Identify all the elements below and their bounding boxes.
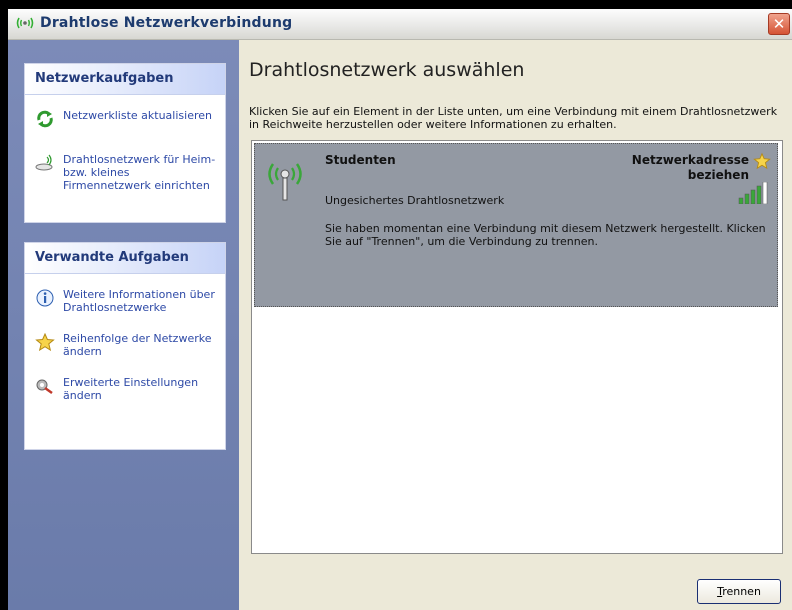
settings-icon [36,379,53,395]
disconnect-label-rest: rennen [722,585,761,598]
close-button[interactable]: ✕ [768,13,790,35]
setup-wireless-network-link[interactable]: Drahtlosnetzwerk für Heim- bzw. kleines … [25,147,225,198]
network-status: Netzwerkadresse beziehen [632,153,749,183]
refresh-icon [37,110,53,128]
change-network-order-label: Reihenfolge der Netzwerke ändern [63,332,212,358]
window-title: Drahtlose Netzwerkverbindung [40,15,293,31]
info-icon [36,289,54,307]
change-network-order-link[interactable]: Reihenfolge der Netzwerke ändern [25,326,225,364]
signal-bar [738,197,744,204]
network-name: Studenten [325,153,396,167]
signal-strength-icon [738,182,768,204]
wireless-antenna-icon [268,163,302,201]
star-icon [35,333,55,351]
signal-bar [744,193,750,204]
connection-message: Sie haben momentan eine Verbindung mit d… [325,222,766,248]
title-bar[interactable]: Drahtlose Netzwerkverbindung ✕ [8,9,792,40]
network-list[interactable]: Studenten Netzwerkadresse beziehen Unges… [251,140,783,554]
network-tasks-panel: Netzwerkaufgaben Netzwerkliste aktualisi… [24,63,226,223]
refresh-network-list-link[interactable]: Netzwerkliste aktualisieren [25,103,225,135]
main-pane: Drahtlosnetzwerk auswählen Klicken Sie a… [239,40,792,610]
security-status: Ungesichertes Drahtlosnetzwerk [325,194,505,207]
disconnect-button[interactable]: Trennen [697,579,781,604]
signal-bar [756,185,762,204]
signal-bar [762,182,768,204]
related-tasks-heading: Verwandte Aufgaben [25,243,225,274]
advanced-settings-label: Erweiterte Einstellungen ändern [63,376,199,402]
sidebar: Netzwerkaufgaben Netzwerkliste aktualisi… [8,40,239,610]
network-status-line2: beziehen [687,168,749,182]
dialog-window: Drahtlose Netzwerkverbindung ✕ Netzwerka… [8,9,792,610]
preferred-network-star-icon [753,152,771,170]
advanced-settings-link[interactable]: Erweiterte Einstellungen ändern [25,370,225,408]
more-info-link[interactable]: Weitere Informationen über Drahtlosnetzw… [25,282,225,320]
setup-wireless-network-label: Drahtlosnetzwerk für Heim- bzw. kleines … [63,153,216,192]
more-info-label: Weitere Informationen über Drahtlosnetzw… [63,288,215,314]
page-title: Drahtlosnetzwerk auswählen [249,59,525,81]
instruction-text: Klicken Sie auf ein Element in der Liste… [249,105,778,131]
network-status-line1: Netzwerkadresse [631,153,749,167]
refresh-network-list-label: Netzwerkliste aktualisieren [63,109,212,122]
wireless-icon [16,17,34,29]
related-tasks-panel: Verwandte Aufgaben Weitere Informationen… [24,242,226,450]
close-icon: ✕ [772,15,786,33]
network-list-item[interactable]: Studenten Netzwerkadresse beziehen Unges… [254,143,778,307]
signal-bar [750,189,756,204]
wireless-setup-icon [35,154,53,171]
network-tasks-heading: Netzwerkaufgaben [25,64,225,95]
